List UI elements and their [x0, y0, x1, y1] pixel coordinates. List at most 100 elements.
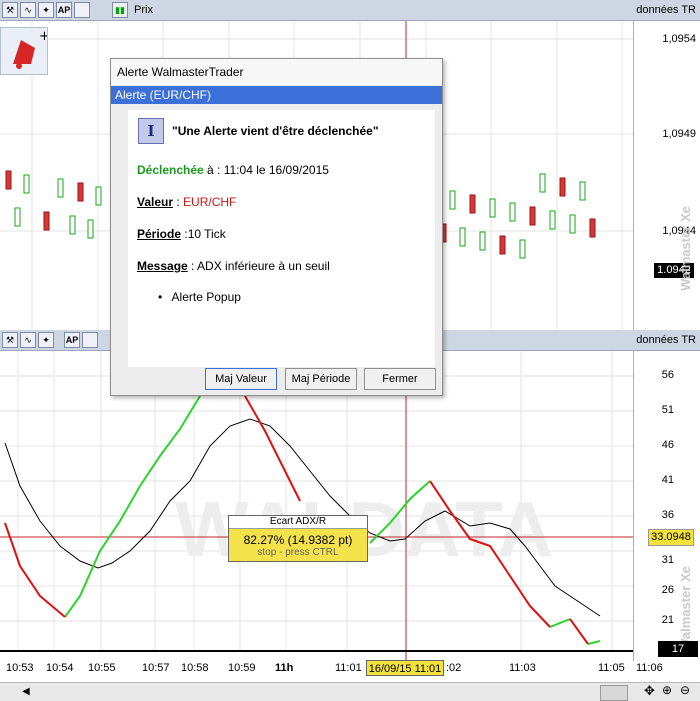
price-axis: 1,0954 1,0949 1,0944 1.0942 Walmaster Xe [633, 21, 700, 330]
price-label: 1,0949 [662, 128, 696, 140]
time-label: 10:55 [88, 662, 116, 674]
alert-headline: "Une Alerte vient d'être déclenchée" [172, 124, 379, 138]
panel-title: Prix [134, 4, 153, 16]
update-period-button[interactable]: Maj Période [285, 368, 357, 390]
tooltip-hint: stop - press CTRL [257, 547, 339, 558]
scroll-left-icon[interactable]: ◀ [22, 686, 30, 697]
candle [579, 181, 586, 201]
time-label: 10:58 [181, 662, 209, 674]
scale-label: 51 [661, 404, 674, 416]
candle [5, 170, 12, 190]
square-icon[interactable] [74, 2, 90, 18]
candle [549, 210, 556, 230]
triggered-label: Déclenchée [137, 163, 204, 177]
candle [95, 186, 102, 206]
scale-label: 41 [661, 474, 674, 486]
candle [499, 235, 506, 255]
dialog-subtitle: Alerte (EUR/CHF) [111, 86, 442, 104]
horizontal-scrollbar[interactable]: ◀ ✥ ⊕ ⊖ [0, 682, 700, 701]
message-row: Message : ADX inférieure à un seuil [137, 259, 330, 273]
candle [559, 177, 566, 197]
candle [539, 173, 546, 193]
candle [459, 227, 466, 247]
candle [43, 211, 50, 231]
candle [57, 178, 64, 198]
magic-wand-icon[interactable]: ✦ [38, 332, 54, 348]
candle [529, 206, 536, 226]
alert-dialog: Alerte WalmasterTrader Alerte (EUR/CHF) … [110, 58, 443, 396]
indicator-axis: 56 51 46 41 36 33.0948 31 26 21 Walmaste… [633, 351, 700, 661]
hammer-icon[interactable]: ⚒ [2, 2, 18, 18]
scale-label: 46 [661, 439, 674, 451]
time-label: 10:54 [46, 662, 74, 674]
dialog-body: I "Une Alerte vient d'être déclenchée" D… [128, 110, 435, 367]
close-button[interactable]: Fermer [364, 368, 436, 390]
adx-tooltip: Ecart ADX/R 82.27% (14.9382 pt) stop - p… [228, 515, 368, 562]
current-value-badge: 17 [658, 641, 698, 657]
time-label: 11h [275, 662, 294, 674]
period-text: :10 Tick [184, 227, 226, 241]
hammer-icon[interactable]: ⚒ [2, 332, 18, 348]
candlestick-icon[interactable]: ▮▮ [112, 2, 128, 18]
price-label: 1,0954 [662, 33, 696, 45]
scale-label: 21 [661, 614, 674, 626]
time-label: 10:57 [142, 662, 170, 674]
candle [519, 239, 526, 259]
data-source: données TR [636, 4, 696, 16]
value-row: Valeur : EUR/CHF [137, 195, 237, 209]
top-toolbar: ⚒ ∿ ✦ AP ▮▮ Prix données TR [0, 0, 700, 21]
period-row: Période :10 Tick [137, 227, 226, 241]
ap-icon[interactable]: AP [56, 2, 72, 18]
candle [69, 215, 76, 235]
time-label: 11:06 [636, 662, 663, 674]
zoom-out-icon[interactable]: ⊖ [680, 683, 690, 697]
value-label: Valeur [137, 195, 174, 209]
value-text: EUR/CHF [183, 195, 237, 209]
candle [509, 202, 516, 222]
period-label: Période [137, 227, 182, 241]
candle [77, 182, 84, 202]
candle [569, 214, 576, 234]
dialog-title: Alerte WalmasterTrader [111, 59, 442, 85]
chart-line-icon[interactable]: ∿ [20, 332, 36, 348]
candle [489, 198, 496, 218]
dx-line-rising [587, 640, 601, 645]
triggered-row: Déclenchée à : 11:04 le 16/09/2015 [137, 163, 329, 177]
bullet-text: Alerte Popup [171, 290, 241, 304]
scale-label: 31 [661, 554, 674, 566]
candle [469, 194, 476, 214]
info-icon: I [138, 118, 164, 144]
dx-line-rising [549, 618, 571, 628]
candle [87, 219, 94, 239]
dx-line-falling [569, 618, 589, 645]
message-label: Message [137, 259, 188, 273]
time-label: 11:05 [598, 662, 625, 674]
alert-bell-icon[interactable]: + [0, 27, 50, 75]
candle [23, 174, 30, 194]
scroll-thumb[interactable] [600, 685, 628, 701]
scale-label: 26 [661, 584, 674, 596]
candle [14, 207, 21, 227]
square-icon[interactable] [82, 332, 98, 348]
tooltip-title: Ecart ADX/R [229, 516, 367, 529]
scale-label: 36 [661, 509, 674, 521]
move-icon[interactable]: ✥ [644, 683, 655, 699]
candle [479, 231, 486, 251]
crosshair-time-badge: 16/09/15 11:01 [366, 660, 444, 676]
candle [449, 190, 456, 210]
zoom-in-icon[interactable]: ⊕ [662, 683, 672, 697]
svg-text:+: + [39, 29, 47, 44]
scale-label: 56 [661, 369, 674, 381]
ma-value-badge: 33.0948 [648, 529, 694, 546]
time-label: 11:03 [509, 662, 536, 674]
ap-icon[interactable]: AP [64, 332, 80, 348]
candle [589, 218, 596, 238]
magic-wand-icon[interactable]: ✦ [38, 2, 54, 18]
bullet-item: • Alerte Popup [158, 290, 241, 304]
update-value-button[interactable]: Maj Valeur [205, 368, 277, 390]
tooltip-value: 82.27% (14.9382 pt) [243, 533, 353, 547]
time-label: 10:53 [6, 662, 34, 674]
chart-line-icon[interactable]: ∿ [20, 2, 36, 18]
time-label: :02 [446, 662, 462, 674]
time-label: 11:01 [335, 662, 362, 674]
